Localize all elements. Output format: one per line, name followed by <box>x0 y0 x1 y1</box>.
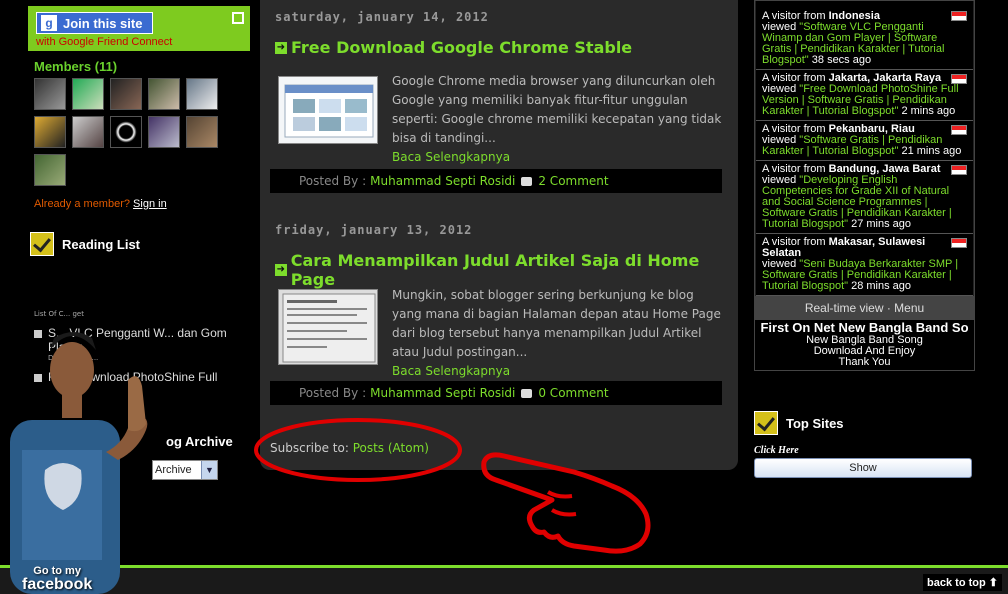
join-site-label: Join this site <box>63 15 143 31</box>
chevron-down-icon[interactable]: ▼ <box>201 461 217 479</box>
arrow-up-icon: ⬆ <box>988 577 998 589</box>
post-date: friday, january 13, 2012 <box>275 223 473 237</box>
post-date: saturday, january 14, 2012 <box>275 10 489 24</box>
google-icon: g <box>41 15 57 31</box>
member-avatar[interactable] <box>72 78 104 110</box>
member-avatar[interactable] <box>148 78 180 110</box>
visitor-entry[interactable]: A visitor from Makasar, Sulawesi Selatan… <box>756 234 973 296</box>
join-site-button[interactable]: g Join this site <box>36 12 154 34</box>
visitor-entry[interactable]: A visitor from Indonesia viewed "Softwar… <box>756 1 973 70</box>
visitor-time: 38 secs ago <box>808 54 872 66</box>
post-thumbnail[interactable] <box>278 76 378 144</box>
show-button[interactable]: Show <box>754 458 972 478</box>
checkbox-icon <box>754 411 778 435</box>
hand-finger-line <box>546 490 577 517</box>
arrow-right-icon: ➜ <box>275 264 287 276</box>
right-sidebar: A visitor from Indonesia viewed "Softwar… <box>754 0 975 478</box>
article-screenshot-icon <box>279 290 377 364</box>
post-title-text: Cara Menampilkan Judul Artikel Saja di H… <box>290 251 700 289</box>
chrome-screenshot-icon <box>279 77 377 143</box>
reading-list-title: Reading List <box>62 236 141 252</box>
facebook-badge-line2: facebook <box>22 576 93 593</box>
author-link[interactable]: Muhammad Septi Rosidi <box>370 174 515 188</box>
signin-line: Already a member? Sign in <box>34 198 250 210</box>
flag-icon <box>951 74 967 84</box>
visitor-entry[interactable]: A visitor from Pekanbaru, Riau viewed "S… <box>756 121 973 161</box>
post-thumbnail[interactable] <box>278 289 378 365</box>
visitor-feed: A visitor from Indonesia viewed "Softwar… <box>754 0 975 371</box>
subscribe-line: Subscribe to: Posts (Atom) <box>270 441 429 455</box>
flag-icon <box>951 165 967 175</box>
top-sites-header: Top Sites <box>754 411 975 435</box>
realtime-view-menu[interactable]: Real-time view · Menu <box>755 296 974 320</box>
friend-connect-box: g Join this site with Google Friend Conn… <box>28 6 250 51</box>
band-title: First On Net New Bangla Band So <box>760 320 969 335</box>
signin-link[interactable]: Sign in <box>133 198 167 210</box>
post-footer: Posted By : Muhammad Septi Rosidi 2 Comm… <box>270 169 722 193</box>
post-title[interactable]: ➜ Free Download Google Chrome Stable <box>275 38 632 57</box>
click-here-label: Click Here <box>754 445 799 456</box>
checkbox-icon <box>30 232 54 256</box>
subscribe-label: Subscribe to: <box>270 441 353 455</box>
flag-icon <box>951 238 967 248</box>
visitor-entry[interactable]: A visitor from Jakarta, Jakarta Raya vie… <box>756 70 973 121</box>
expand-icon[interactable] <box>232 12 244 24</box>
subscribe-atom-link[interactable]: Posts (Atom) <box>353 441 429 455</box>
flag-icon <box>951 11 967 21</box>
comments-link[interactable]: 2 Comment <box>538 174 608 188</box>
visitor-entry[interactable]: A visitor from Bandung, Jawa Barat viewe… <box>756 161 973 234</box>
post-excerpt-text: Google Chrome media browser yang diluncu… <box>392 74 722 145</box>
author-link[interactable]: Muhammad Septi Rosidi <box>370 386 515 400</box>
flag-icon <box>951 125 967 135</box>
member-avatar[interactable] <box>110 116 142 148</box>
post-footer: Posted By : Muhammad Septi Rosidi 0 Comm… <box>270 381 722 405</box>
member-avatar[interactable] <box>72 116 104 148</box>
member-avatar[interactable] <box>186 116 218 148</box>
member-avatar[interactable] <box>148 116 180 148</box>
top-sites-title: Top Sites <box>786 415 844 431</box>
post-excerpt: Mungkin, sobat blogger sering berkunjung… <box>392 286 722 381</box>
member-avatar[interactable] <box>110 78 142 110</box>
band-widget[interactable]: First On Net New Bangla Band So New Bang… <box>755 320 974 370</box>
post-title[interactable]: ➜ Cara Menampilkan Judul Artikel Saja di… <box>275 251 738 289</box>
read-more-link[interactable]: Baca Selengkapnya <box>392 150 510 164</box>
friend-connect-caption: with Google Friend Connect <box>36 36 173 48</box>
facebook-badge[interactable]: Go to my facebook <box>22 566 92 593</box>
comment-icon <box>521 388 533 398</box>
member-avatar[interactable] <box>34 154 66 186</box>
visitor-time: 2 mins ago <box>898 105 956 117</box>
member-avatar[interactable] <box>34 78 66 110</box>
member-avatar[interactable] <box>186 78 218 110</box>
read-more-link[interactable]: Baca Selengkapnya <box>392 364 510 378</box>
comments-link[interactable]: 0 Comment <box>538 386 608 400</box>
members-title: Members (11) <box>34 59 118 74</box>
comment-icon <box>521 176 533 186</box>
member-avatar[interactable] <box>34 116 66 148</box>
back-to-top-link[interactable]: back to top ⬆ <box>923 574 1002 591</box>
reading-list-header: Reading List <box>30 232 250 256</box>
main-posts: saturday, january 14, 2012 ➜ Free Downlo… <box>260 0 738 470</box>
blog-archive-title: og Archive <box>166 434 233 449</box>
visitor-time: 21 mins ago <box>898 145 962 157</box>
visitor-time: 27 mins ago <box>848 218 912 230</box>
posted-by-label: Posted By : <box>299 174 367 188</box>
post-excerpt-text: Mungkin, sobat blogger sering berkunjung… <box>392 288 721 359</box>
arrow-right-icon: ➜ <box>275 41 287 54</box>
members-grid <box>34 78 264 186</box>
facebook-profile-photo[interactable] <box>0 310 170 594</box>
signin-prefix: Already a member? <box>34 198 134 210</box>
band-line: Thank You <box>838 356 891 368</box>
back-to-top-label: back to top <box>927 577 986 589</box>
post-excerpt: Google Chrome media browser yang diluncu… <box>392 72 722 167</box>
posted-by-label: Posted By : <box>299 386 367 400</box>
post-title-text: Free Download Google Chrome Stable <box>291 38 633 57</box>
visitor-time: 28 mins ago <box>848 280 912 292</box>
